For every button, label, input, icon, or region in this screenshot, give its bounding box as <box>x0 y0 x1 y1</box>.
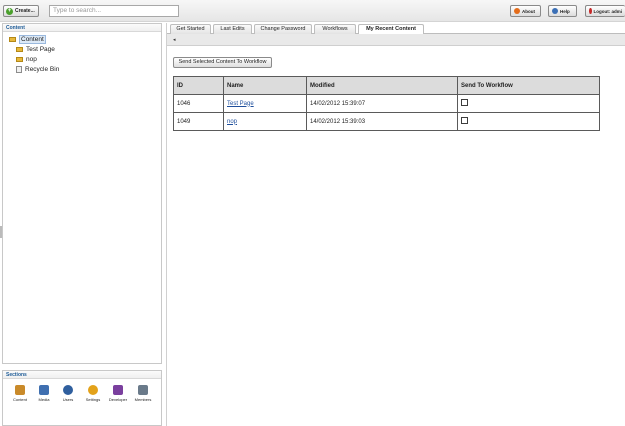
settings-icon <box>88 385 98 395</box>
about-icon <box>514 8 520 14</box>
tree-node-label: Recycle Bin <box>25 66 60 73</box>
send-to-workflow-checkbox[interactable] <box>461 99 468 106</box>
dashboard-tabs: Get Started Last Edits Change Password W… <box>167 23 625 35</box>
section-content[interactable]: Content <box>8 385 32 402</box>
about-label: About <box>522 8 535 14</box>
section-developer[interactable]: Developer <box>106 385 130 402</box>
tab-last-edits[interactable]: Last Edits <box>213 24 252 34</box>
recent-content-table: ID Name Modified Send To Workflow 1046 T… <box>173 76 600 131</box>
logout-icon <box>589 8 592 14</box>
recycle-bin-icon <box>16 66 22 73</box>
tree-header: Content <box>3 24 161 32</box>
section-users[interactable]: Users <box>56 385 80 402</box>
section-label: Members <box>134 397 152 402</box>
search-placeholder: Type to search... <box>53 7 102 14</box>
tree-node-test-page[interactable]: Test Page <box>16 45 55 54</box>
logout-label: Logout: admi <box>593 8 623 14</box>
collapse-arrow-icon[interactable]: ◂ <box>173 37 176 43</box>
content-name-link[interactable]: Test Page <box>227 101 254 107</box>
column-header-name: Name <box>223 76 307 95</box>
help-button[interactable]: Help <box>548 5 577 17</box>
cell-name: Test Page <box>223 94 307 113</box>
help-icon <box>552 8 558 14</box>
column-header-send-to-workflow: Send To Workflow <box>457 76 600 95</box>
create-button[interactable]: + Create... <box>3 5 39 17</box>
tab-get-started[interactable]: Get Started <box>170 24 211 34</box>
dashboard-area: Get Started Last Edits Change Password W… <box>166 23 625 426</box>
section-media[interactable]: Media <box>32 385 56 402</box>
tree-node-nop[interactable]: nop <box>16 55 37 64</box>
cell-modified: 14/02/2012 15:39:07 <box>306 94 458 113</box>
section-label: Users <box>62 397 74 402</box>
top-toolbar: + Create... Type to search... About Help… <box>0 0 625 22</box>
about-button[interactable]: About <box>510 5 541 17</box>
tree-node-label: Content <box>19 35 46 44</box>
content-tree-panel: Content Content Test Page nop Recycle Bi… <box>2 23 162 364</box>
column-header-id: ID <box>173 76 224 95</box>
tree-node-label: Test Page <box>26 46 55 53</box>
cell-id: 1049 <box>173 112 224 131</box>
users-icon <box>63 385 73 395</box>
table-row: 1049 nop 14/02/2012 15:39:03 <box>173 112 600 131</box>
members-icon <box>138 385 148 395</box>
search-input[interactable]: Type to search... <box>49 5 179 17</box>
sections-header: Sections <box>3 371 161 379</box>
tab-change-password[interactable]: Change Password <box>254 24 312 34</box>
logout-button[interactable]: Logout: admi <box>585 5 625 17</box>
cell-send-to-workflow <box>457 112 600 131</box>
table-row: 1046 Test Page 14/02/2012 15:39:07 <box>173 94 600 113</box>
send-to-workflow-button[interactable]: Send Selected Content To Workflow <box>173 57 272 68</box>
tree-node-recycle-bin[interactable]: Recycle Bin <box>16 65 59 74</box>
content-name-link[interactable]: nop <box>227 119 237 125</box>
cell-send-to-workflow <box>457 94 600 113</box>
tree-node-label: nop <box>26 56 37 63</box>
developer-icon <box>113 385 123 395</box>
section-label: Developer <box>108 397 128 402</box>
section-members[interactable]: Members <box>131 385 155 402</box>
tab-workflows[interactable]: Workflows <box>314 24 356 34</box>
help-label: Help <box>560 8 570 14</box>
splitter-handle[interactable] <box>0 226 2 238</box>
folder-icon <box>16 47 23 52</box>
cell-id: 1046 <box>173 94 224 113</box>
section-label: Media <box>38 397 50 402</box>
send-to-workflow-checkbox[interactable] <box>461 117 468 124</box>
sub-toolbar: ◂ <box>167 34 625 46</box>
plus-icon: + <box>6 7 13 15</box>
table-header-row: ID Name Modified Send To Workflow <box>173 76 600 95</box>
create-button-label: Create... <box>15 8 35 14</box>
section-label: Content <box>12 397 27 402</box>
folder-icon <box>9 37 16 42</box>
folder-icon <box>16 57 23 62</box>
column-header-modified: Modified <box>306 76 458 95</box>
section-settings[interactable]: Settings <box>81 385 105 402</box>
tree-node-content[interactable]: Content <box>9 35 46 44</box>
content-icon <box>15 385 25 395</box>
cell-modified: 14/02/2012 15:39:03 <box>306 112 458 131</box>
section-label: Settings <box>85 397 101 402</box>
sections-panel: Sections Content Media Users Settings De… <box>2 370 162 426</box>
media-icon <box>39 385 49 395</box>
cell-name: nop <box>223 112 307 131</box>
